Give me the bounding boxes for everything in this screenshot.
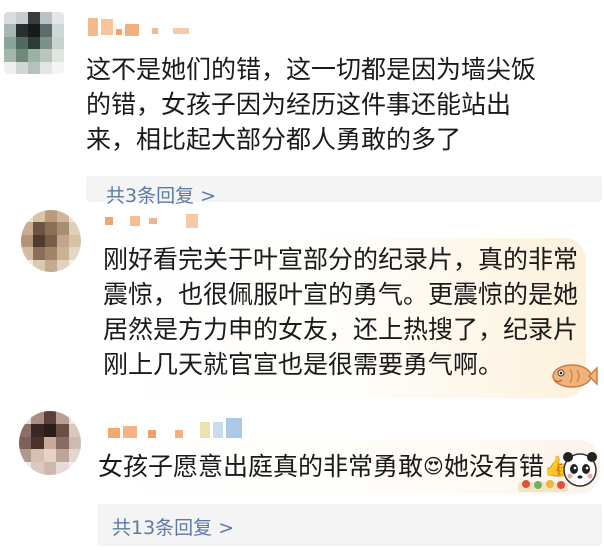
- view-replies-link[interactable]: 共3条回复 >: [106, 181, 216, 208]
- avatar[interactable]: [19, 411, 81, 475]
- avatar[interactable]: [4, 12, 64, 74]
- comment-text-part: 女孩子愿意出庭真的非常勇敢: [98, 452, 424, 481]
- heart-eyes-emoji-icon: 😍: [423, 454, 444, 478]
- fish-sticker-icon: [552, 364, 598, 388]
- comment-text: 女孩子愿意出庭真的非常勇敢😍她没有错👍: [98, 449, 588, 484]
- comment-text: 刚好看完关于叶宣部分的纪录片，真的非常震惊，也很佩服叶宣的勇气。更震惊的是她居然…: [103, 245, 579, 379]
- comment-text: 这不是她们的错，这一切都是因为墙尖饭的错，女孩子因为经历这件事还能站出来，相比起…: [86, 55, 537, 154]
- view-replies-link[interactable]: 共13条回复 >: [112, 513, 234, 540]
- panda-sticker-icon: [518, 452, 597, 492]
- username-redacted[interactable]: [105, 214, 198, 228]
- avatar[interactable]: [21, 210, 81, 272]
- username-redacted[interactable]: [88, 18, 189, 36]
- username-redacted[interactable]: [108, 418, 242, 438]
